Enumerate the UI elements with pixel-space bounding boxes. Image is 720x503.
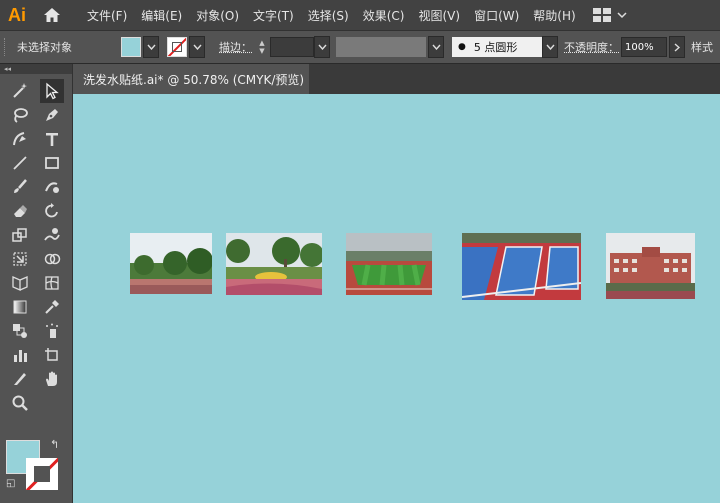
default-colors-icon[interactable]: ◱ <box>6 478 15 489</box>
pen-icon[interactable] <box>40 103 64 127</box>
gradient-icon[interactable] <box>8 295 32 319</box>
perspective-grid-icon[interactable] <box>8 271 32 295</box>
chevron-down-icon <box>146 44 156 50</box>
menu-view[interactable]: 视图(V) <box>411 7 467 24</box>
chevron-right-icon <box>674 42 680 52</box>
paintbrush-icon[interactable] <box>8 175 32 199</box>
brush-dropdown[interactable] <box>542 36 558 58</box>
stroke-weight-field[interactable] <box>270 37 314 57</box>
chevron-down-icon <box>192 44 202 50</box>
opacity-label[interactable]: 不透明度： <box>564 39 619 55</box>
workspace-grid-icon <box>592 8 611 22</box>
brush-definition[interactable]: ● 5 点圆形 <box>452 37 542 57</box>
brush-value: 5 点圆形 <box>473 41 518 54</box>
mesh-icon[interactable] <box>40 271 64 295</box>
chevron-down-icon <box>431 44 441 50</box>
fill-dropdown[interactable] <box>143 36 159 58</box>
stroke-weight-dropdown[interactable] <box>314 36 330 58</box>
tools-grid <box>0 74 72 415</box>
stroke-color-box[interactable] <box>26 458 58 490</box>
document-tab[interactable]: 洗发水贴纸.ai* @ 50.78% (CMYK/预览) <box>73 64 309 94</box>
direct-selection-icon[interactable] <box>40 79 64 103</box>
stroke-weight-stepper[interactable]: ▲ ▼ <box>256 37 268 57</box>
blend-icon[interactable] <box>8 319 32 343</box>
document-tab-title: 洗发水贴纸.ai* @ 50.78% (CMYK/预览) <box>83 72 305 87</box>
app-logo: Ai <box>8 4 26 25</box>
warp-icon[interactable] <box>40 223 64 247</box>
menu-bar: Ai 文件(F) 编辑(E) 对象(O) 文字(T) 选择(S) 效果(C) 视… <box>0 0 720 30</box>
artboard-icon[interactable] <box>40 343 64 367</box>
column-graph-icon[interactable] <box>8 343 32 367</box>
rectangle-icon[interactable] <box>40 151 64 175</box>
magic-wand-icon[interactable] <box>8 79 32 103</box>
tools-panel: ◂◂ ↰ ◱ <box>0 64 72 503</box>
rotate-icon[interactable] <box>40 199 64 223</box>
profile-dropdown[interactable] <box>428 36 444 58</box>
menu-window[interactable]: 窗口(W) <box>467 7 526 24</box>
home-icon[interactable] <box>42 5 62 25</box>
chevron-up-icon: ▲ <box>259 39 265 47</box>
stroke-dropdown[interactable] <box>189 36 205 58</box>
menu-type[interactable]: 文字(T) <box>246 7 301 24</box>
menu-edit[interactable]: 编辑(E) <box>134 7 189 24</box>
school-building-photo[interactable] <box>606 233 695 299</box>
opacity-arrow[interactable] <box>669 36 685 58</box>
stroke-label[interactable]: 描边： <box>219 39 252 55</box>
artboard-canvas[interactable] <box>73 94 720 503</box>
menu-object[interactable]: 对象(O) <box>189 7 246 24</box>
shaper-icon[interactable] <box>40 175 64 199</box>
scale-icon[interactable] <box>8 223 32 247</box>
menu-select[interactable]: 选择(S) <box>301 7 356 24</box>
flower-garden-photo[interactable] <box>226 233 322 295</box>
control-bar: 未选择对象 描边： ▲ ▼ ● 5 点圆形 不透明度： 100% 样式 <box>0 31 720 64</box>
panel-collapse-icon[interactable]: ◂◂ <box>0 64 72 74</box>
opacity-field[interactable]: 100% <box>621 37 667 57</box>
chevron-down-icon <box>617 12 627 19</box>
sports-field-photo[interactable] <box>346 233 432 295</box>
curvature-icon[interactable] <box>8 127 32 151</box>
basketball-courts-photo[interactable] <box>462 233 581 300</box>
menu-effect[interactable]: 效果(C) <box>356 7 412 24</box>
line-icon[interactable] <box>8 151 32 175</box>
variable-width-profile[interactable] <box>336 37 426 57</box>
eraser-icon[interactable] <box>8 199 32 223</box>
shape-builder-icon[interactable] <box>40 247 64 271</box>
workspace-switcher[interactable] <box>592 8 627 22</box>
slice-icon[interactable] <box>8 367 32 391</box>
fill-swatch[interactable] <box>121 37 141 57</box>
eyedropper-icon[interactable] <box>40 295 64 319</box>
chevron-down-icon <box>317 44 327 50</box>
type-icon[interactable] <box>40 127 64 151</box>
fill-stroke-controls: ↰ ◱ <box>6 438 66 503</box>
symbol-sprayer-icon[interactable] <box>40 319 64 343</box>
menu-help[interactable]: 帮助(H) <box>526 7 582 24</box>
chevron-down-icon <box>545 44 555 50</box>
lasso-icon[interactable] <box>8 103 32 127</box>
dot-icon: ● <box>458 42 466 52</box>
garden-trees-photo[interactable] <box>130 233 212 294</box>
menu-file[interactable]: 文件(F) <box>80 7 134 24</box>
no-selection-label: 未选择对象 <box>17 41 72 54</box>
grip-handle[interactable] <box>4 38 9 56</box>
stroke-swatch[interactable] <box>167 37 187 57</box>
main-menu: 文件(F) 编辑(E) 对象(O) 文字(T) 选择(S) 效果(C) 视图(V… <box>80 7 583 24</box>
document-tab-strip: 洗发水贴纸.ai* @ 50.78% (CMYK/预览) <box>73 64 720 94</box>
free-transform-icon[interactable] <box>8 247 32 271</box>
swap-colors-icon[interactable]: ↰ <box>50 438 59 451</box>
chevron-down-icon: ▼ <box>259 47 265 55</box>
hand-icon[interactable] <box>40 367 64 391</box>
style-label[interactable]: 样式 <box>691 39 713 55</box>
zoom-icon[interactable] <box>8 391 32 415</box>
